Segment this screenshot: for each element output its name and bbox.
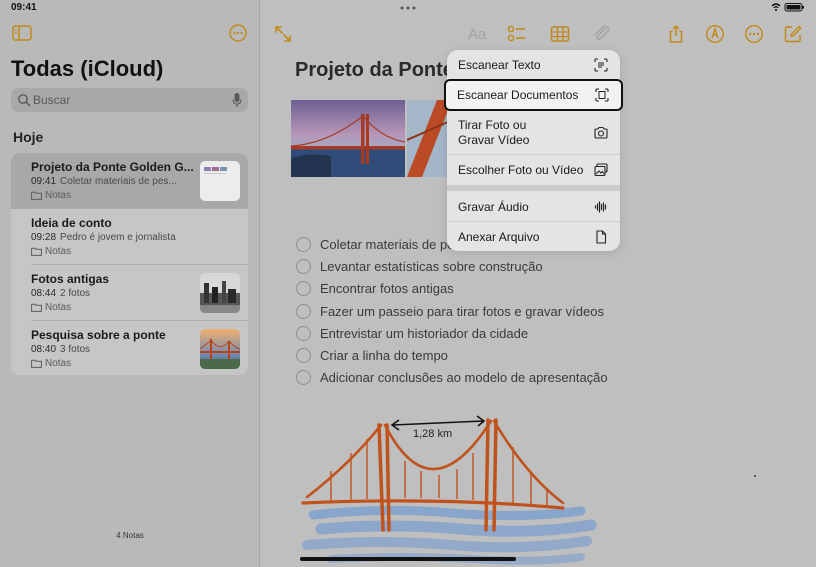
- checklist-item-text: Entrevistar um historiador da cidade: [320, 325, 529, 341]
- checkbox[interactable]: [296, 347, 311, 363]
- note-meta: 08:44 2 fotos: [31, 288, 90, 299]
- checklist-item-text: Encontrar fotos antigas: [320, 281, 454, 297]
- share-icon[interactable]: [666, 24, 686, 44]
- sidebar: 09:41 Todas (iCloud) Buscar Hoje Projeto…: [0, 0, 260, 567]
- menu-item-take-photo[interactable]: Tirar Foto ou Gravar Vídeo: [447, 112, 620, 154]
- note-time: 09:28: [31, 232, 57, 243]
- note-list-item[interactable]: Ideia de conto 09:28 Pedro é jovem e jorn…: [11, 209, 248, 265]
- checkbox[interactable]: [296, 370, 311, 386]
- note-preview: Pedro é jovem e jornalista: [60, 232, 176, 243]
- note-list-item[interactable]: Pesquisa sobre a ponte 08:40 3 fotos Nota…: [11, 321, 248, 375]
- folder-icon: [31, 359, 42, 368]
- menu-item-label: Escanear Texto: [458, 58, 541, 72]
- menu-item-choose-photo[interactable]: Escolher Foto ou Vídeo: [447, 155, 620, 185]
- more-options-icon[interactable]: [229, 24, 247, 42]
- menu-item-attach-file[interactable]: Anexar Arquivo: [447, 222, 620, 251]
- note-thumbnail-bridge-photo: [200, 329, 240, 369]
- sidebar-toggle-icon[interactable]: [12, 25, 32, 41]
- note-folder: Notas: [31, 190, 71, 201]
- note-folder-label: Notas: [45, 190, 72, 201]
- menu-item-label: Escolher Foto ou Vídeo: [458, 163, 584, 177]
- checklist-item-text: Coletar materiais de pe: [320, 237, 455, 252]
- photo-library-icon: [594, 163, 608, 177]
- camera-icon: [594, 126, 608, 139]
- menu-item-scan-documents[interactable]: Escanear Documentos: [444, 79, 623, 111]
- note-folder-label: Notas: [45, 302, 72, 313]
- checklist-item-text: Criar a linha do tempo: [320, 347, 448, 363]
- note-list: Projeto da Ponte Golden G... 09:41 Coleta…: [11, 153, 248, 375]
- note-meta: 09:41 Coletar materiais de pes...: [31, 176, 177, 187]
- note-title-heading[interactable]: Projeto da Ponte: [295, 59, 454, 82]
- menu-item-label: Anexar Arquivo: [458, 230, 540, 244]
- expand-icon[interactable]: [273, 24, 293, 44]
- note-folder-label: Notas: [45, 358, 72, 369]
- checkbox[interactable]: [296, 325, 311, 341]
- note-meta: 08:40 3 fotos: [31, 344, 90, 355]
- note-time: 08:40: [31, 344, 57, 355]
- compose-icon[interactable]: [783, 24, 803, 44]
- notes-count: 4 Notas: [116, 531, 144, 540]
- scan-document-icon: [595, 88, 609, 102]
- home-indicator[interactable]: [300, 557, 516, 561]
- note-preview: 2 fotos: [60, 288, 91, 299]
- scan-text-icon: [594, 58, 608, 72]
- note-folder: Notas: [31, 246, 71, 257]
- menu-item-scan-text[interactable]: Escanear Texto: [447, 50, 620, 80]
- checklist-item-text: Levantar estatísticas sobre construção: [320, 259, 543, 275]
- menu-item-label: Tirar Foto ou Gravar Vídeo: [458, 118, 530, 147]
- note-folder: Notas: [31, 302, 71, 313]
- note-title: Pesquisa sobre a ponte: [31, 328, 166, 342]
- menu-item-label: Gravar Áudio: [458, 200, 529, 214]
- folder-title: Todas (iCloud): [11, 56, 164, 81]
- search-field[interactable]: Buscar: [11, 88, 248, 112]
- attachment-icon[interactable]: [591, 24, 611, 44]
- note-preview: Coletar materiais de pes...: [60, 176, 177, 187]
- note-thumbnail-document: [200, 161, 240, 201]
- folder-icon: [31, 247, 42, 256]
- note-title: Projeto da Ponte Golden G...: [31, 160, 194, 174]
- document-icon: [596, 230, 607, 244]
- section-header-today: Hoje: [13, 129, 44, 145]
- microphone-icon[interactable]: [232, 92, 242, 108]
- checkbox[interactable]: [296, 259, 311, 275]
- status-time: 09:41: [11, 2, 37, 13]
- menu-item-label: Escanear Documentos: [457, 88, 579, 102]
- note-time: 08:44: [31, 288, 57, 299]
- note-folder-label: Notas: [45, 246, 72, 257]
- bridge-sketch-drawing[interactable]: 1,28 km: [301, 405, 601, 567]
- checklist-icon[interactable]: [507, 24, 527, 44]
- folder-icon: [31, 303, 42, 312]
- checklist-item-text: Fazer um passeio para tirar fotos e grav…: [320, 303, 604, 319]
- text-format-icon[interactable]: Aa: [468, 26, 494, 46]
- status-icons: [771, 3, 804, 12]
- note-thumbnail-old-photo: [200, 273, 240, 313]
- bridge-photo[interactable]: [291, 100, 405, 177]
- search-placeholder: Buscar: [33, 93, 71, 107]
- more-icon[interactable]: [744, 24, 764, 44]
- checklist-item-text: Adicionar conclusões ao modelo de aprese…: [320, 370, 608, 386]
- note-folder: Notas: [31, 358, 71, 369]
- checkbox[interactable]: [296, 303, 311, 319]
- attachment-menu: Escanear Texto Escanear Documentos Tirar…: [444, 50, 623, 251]
- sketch-label: 1,28 km: [413, 428, 452, 440]
- checkbox[interactable]: [296, 237, 311, 252]
- search-icon: [18, 94, 31, 107]
- multitasking-dots-icon[interactable]: [399, 6, 417, 10]
- checkbox[interactable]: [296, 281, 311, 297]
- dot-mark: [754, 475, 756, 477]
- menu-item-record-audio[interactable]: Gravar Áudio: [447, 191, 620, 221]
- table-icon[interactable]: [550, 24, 570, 44]
- note-title: Ideia de conto: [31, 216, 112, 230]
- waveform-icon: [594, 201, 607, 213]
- markup-icon[interactable]: [705, 24, 725, 44]
- note-time: 09:41: [31, 176, 57, 187]
- note-title: Fotos antigas: [31, 272, 110, 286]
- note-list-item[interactable]: Fotos antigas 08:44 2 fotos Notas: [11, 265, 248, 321]
- folder-icon: [31, 191, 42, 200]
- note-meta: 09:28 Pedro é jovem e jornalista: [31, 232, 176, 243]
- note-preview: 3 fotos: [60, 344, 91, 355]
- note-list-item[interactable]: Projeto da Ponte Golden G... 09:41 Coleta…: [11, 153, 248, 209]
